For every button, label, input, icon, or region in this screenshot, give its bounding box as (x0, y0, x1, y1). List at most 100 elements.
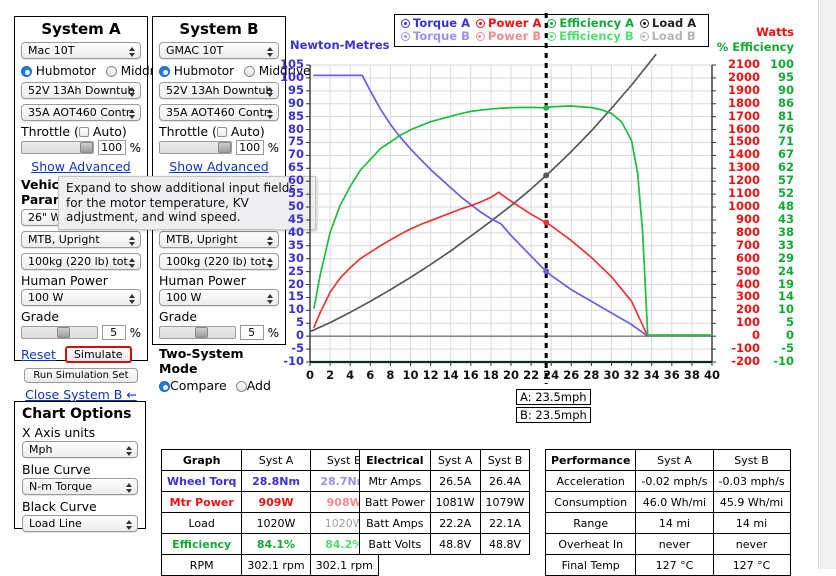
table-cell: Overheat In (544, 533, 637, 555)
table-cell: Consumption (544, 491, 637, 513)
table-cell: Acceleration (544, 470, 637, 492)
chevron-updown-icon (125, 517, 133, 531)
chevron-updown-icon (125, 443, 133, 457)
table-cell: 127 °C (712, 554, 791, 576)
y-tick-left: 100 (279, 69, 304, 84)
y-tick-efficiency: 52 (777, 186, 794, 201)
blue-curve-value: N-m Torque (29, 480, 93, 493)
table-row: Batt Amps 22.2A 22.1A (359, 512, 531, 534)
y-tick-left: 85 (287, 108, 304, 123)
performance-results-table: Performance Syst A Syst B Acceleration -0.02… (544, 449, 791, 576)
chart-gridlines (309, 64, 713, 363)
x-tick: 40 (703, 368, 720, 382)
cursor-label-b: B: 23.5mph (516, 407, 591, 423)
y-tick-efficiency: 81 (777, 108, 794, 123)
cursor-marker-torque-a (543, 268, 550, 275)
table-row: Batt Volts 48.8V 48.8V (359, 533, 531, 555)
y-tick-left: 75 (287, 134, 304, 149)
table-cell: Wheel Torq (160, 470, 243, 492)
chart-plot[interactable] (0, 0, 836, 430)
y-tick-left: 35 (287, 237, 304, 252)
table-cell: 26.5A (429, 470, 481, 492)
y-tick-left: 25 (287, 263, 304, 278)
y-tick-left: 50 (287, 199, 304, 214)
simulation-chart[interactable]: Torque A Power A Efficiency A Load A Torque… (0, 0, 836, 430)
table-cell: 1081W (429, 491, 481, 513)
y-tick-efficiency: 67 (777, 147, 794, 162)
cursor-marker-power-a (543, 219, 550, 226)
table-cell: 22.2A (429, 512, 481, 534)
table-header-row: Electrical Syst A Syst B (359, 449, 531, 471)
table-cell: Load (160, 512, 243, 534)
y-tick-left: 10 (287, 302, 304, 317)
x-axis-units-value: Mph (29, 443, 53, 456)
blue-curve-select[interactable]: N-m Torque (22, 478, 138, 495)
y-tick-efficiency: 33 (777, 237, 794, 252)
table-row: Efficiency 84.1% 84.2% (160, 533, 379, 555)
table-cell: 28.8Nm (241, 470, 311, 492)
y-tick-efficiency: 76 (777, 121, 794, 136)
y-tick-left: 65 (287, 160, 304, 175)
table-row: Wheel Torq 28.8Nm 28.7Nm (160, 470, 379, 492)
y-tick-efficiency: 19 (777, 276, 794, 291)
table-cell: never (712, 533, 791, 555)
table-cell: 46.0 Wh/mi (635, 491, 714, 513)
table-cell: Batt Power (359, 491, 431, 513)
table-cell: 26.4A (479, 470, 531, 492)
y-tick-efficiency: 71 (777, 134, 794, 149)
y-tick-efficiency: -5 (781, 341, 794, 356)
y-tick-efficiency: 38 (777, 224, 794, 239)
chart-options-title: Chart Options (22, 406, 132, 422)
x-axis-units-label: X Axis units (22, 425, 96, 440)
y-tick-left: 30 (287, 250, 304, 265)
y-tick-left: 80 (287, 121, 304, 136)
table-cell: Range (544, 512, 637, 534)
table-row: Mtr Power 909W 908W (160, 491, 379, 513)
table-cell: Batt Amps (359, 512, 431, 534)
black-curve-value: Load Line (29, 517, 82, 530)
y-tick-efficiency: 24 (777, 263, 794, 278)
table-header-cell: Graph (160, 449, 243, 471)
table-cell: 14 mi (635, 512, 714, 534)
black-curve-select[interactable]: Load Line (22, 515, 138, 532)
table-header-row: Graph Syst A Syst B (160, 449, 379, 471)
table-cell: 22.1A (479, 512, 531, 534)
y-tick-efficiency: 86 (777, 95, 794, 110)
table-cell: 1079W (479, 491, 531, 513)
cursor-label-a: A: 23.5mph (516, 389, 591, 405)
table-cell: RPM (160, 554, 243, 576)
y-tick-left: -10 (283, 354, 304, 368)
y-tick-efficiency: 100 (769, 57, 794, 71)
x-axis-units-select[interactable]: Mph (22, 441, 138, 458)
y-tick-efficiency: 62 (777, 160, 794, 175)
y-tick-left: 90 (287, 95, 304, 110)
y-tick-efficiency: 48 (777, 199, 794, 214)
y-tick-efficiency: 10 (777, 302, 794, 317)
table-cell: 909W (241, 491, 311, 513)
table-cell: Mtr Power (160, 491, 243, 513)
y-tick-efficiency: 14 (777, 289, 794, 304)
y-tick-left: 105 (279, 57, 304, 71)
table-cell: 302.1 rpm (241, 554, 311, 576)
black-curve-label: Black Curve (22, 499, 97, 514)
y-tick-efficiency: 29 (777, 250, 794, 265)
chart-options-panel: Chart Options X Axis units Mph Blue Curv… (14, 401, 146, 532)
table-cell: never (635, 533, 714, 555)
table-cell: 127 °C (635, 554, 714, 576)
table-row: RPM 302.1 rpm 302.1 rpm (160, 554, 379, 576)
y-tick-left: 60 (287, 173, 304, 188)
y-tick-left: -5 (291, 341, 304, 356)
table-cell: Efficiency (160, 533, 243, 555)
table-row: Mtr Amps 26.5A 26.4A (359, 470, 531, 492)
y-tick-efficiency: 95 (777, 69, 794, 84)
y-tick-left: 55 (287, 186, 304, 201)
cursor-marker-load-a (543, 172, 550, 179)
table-row: Load 1020W 1020W (160, 512, 379, 534)
table-row: Range 14 mi 14 mi (544, 512, 791, 534)
y-tick-left: 70 (287, 147, 304, 162)
table-header-cell: Performance (544, 449, 637, 471)
table-cell: 302.1 rpm (309, 554, 379, 576)
blue-curve-label: Blue Curve (22, 462, 91, 477)
graph-results-table: Graph Syst A Syst B Wheel Torq 28.8Nm 28.7Nm M… (160, 449, 379, 576)
table-header-row: Performance Syst A Syst B (544, 449, 791, 471)
